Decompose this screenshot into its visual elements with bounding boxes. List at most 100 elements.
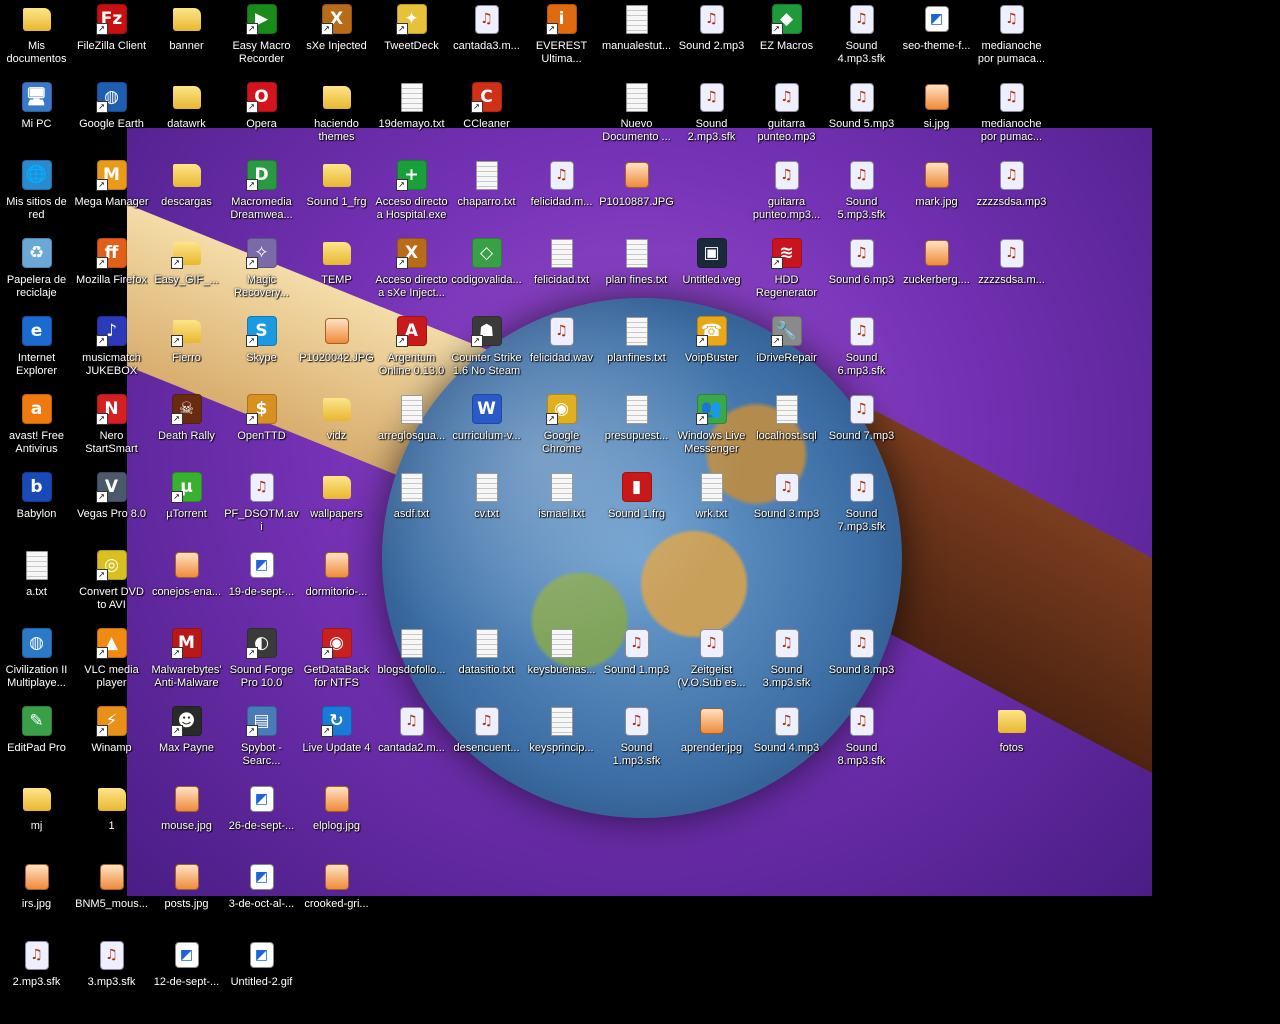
desktop-icon[interactable]: X ↗ Acceso directo a sXe Inject... bbox=[374, 234, 449, 312]
desktop-icon[interactable]: ✎ EditPad Pro bbox=[0, 702, 74, 780]
desktop-icon[interactable]: dormitorio-... bbox=[299, 546, 374, 624]
desktop-icon[interactable]: conejos-ena... bbox=[149, 546, 224, 624]
desktop-icon[interactable]: manualestut... bbox=[599, 0, 674, 78]
desktop-icon[interactable]: ♫ Sound 6.mp3 bbox=[824, 234, 899, 312]
desktop-icon[interactable]: ◉ ↗ GetDataBack for NTFS bbox=[299, 624, 374, 702]
desktop-icon[interactable]: ♫ Sound 4.mp3.sfk bbox=[824, 0, 899, 78]
desktop-icon[interactable]: ♫ Sound 7.mp3.sfk bbox=[824, 468, 899, 546]
desktop-icon[interactable]: wrk.txt bbox=[674, 468, 749, 546]
desktop-icon[interactable]: datawrk bbox=[149, 78, 224, 156]
desktop-icon[interactable]: $ ↗ OpenTTD bbox=[224, 390, 299, 468]
desktop-icon[interactable]: localhost.sql bbox=[749, 390, 824, 468]
desktop-icon[interactable]: ♫ medianoche por pumac... bbox=[974, 78, 1049, 156]
desktop-icon[interactable]: Sound 1_frg bbox=[299, 156, 374, 234]
desktop-icon[interactable]: ♫ Sound 5.mp3.sfk bbox=[824, 156, 899, 234]
desktop-icon[interactable]: ☠ ↗ Death Rally bbox=[149, 390, 224, 468]
desktop-icon[interactable]: Mis documentos bbox=[0, 0, 74, 78]
desktop-icon[interactable]: e Internet Explorer bbox=[0, 312, 74, 390]
desktop-icon[interactable]: ▲ ↗ VLC media player bbox=[74, 624, 149, 702]
desktop-icon[interactable]: ◩ 19-de-sept-... bbox=[224, 546, 299, 624]
desktop-icon[interactable]: ▶ ↗ Easy Macro Recorder bbox=[224, 0, 299, 78]
desktop-icon[interactable]: ◍ ↗ Google Earth bbox=[74, 78, 149, 156]
desktop-icon[interactable]: haciendo themes bbox=[299, 78, 374, 156]
desktop-icon[interactable]: A ↗ Argentum Online 0.13.0 bbox=[374, 312, 449, 390]
desktop-icon[interactable]: ♫ guitarra punteo.mp3... bbox=[749, 156, 824, 234]
desktop-icon[interactable]: ♫ Sound 8.mp3.sfk bbox=[824, 702, 899, 780]
desktop-icon[interactable]: ☻ ↗ Max Payne bbox=[149, 702, 224, 780]
desktop-icon[interactable]: ◩ 12-de-sept-... bbox=[149, 936, 224, 1014]
desktop-icon[interactable]: ◇ codigovalida... bbox=[449, 234, 524, 312]
desktop-icon[interactable]: plan fines.txt bbox=[599, 234, 674, 312]
desktop-icon[interactable]: Wcurriculum-v... bbox=[449, 390, 524, 468]
desktop-icon[interactable]: + ↗ Acceso directo a Hospital.exe bbox=[374, 156, 449, 234]
desktop-icon[interactable]: TEMP bbox=[299, 234, 374, 312]
desktop-icon[interactable]: si.jpg bbox=[899, 78, 974, 156]
desktop-icon[interactable]: ♫ Sound 2.mp3 bbox=[674, 0, 749, 78]
desktop-icon[interactable]: a avast! Free Antivirus bbox=[0, 390, 74, 468]
desktop-icon[interactable]: cv.txt bbox=[449, 468, 524, 546]
desktop-icon[interactable]: X ↗ sXe Injected bbox=[299, 0, 374, 78]
desktop-icon[interactable]: ♫ Sound 5.mp3 bbox=[824, 78, 899, 156]
desktop-icon[interactable]: ◆ ↗ EZ Macros bbox=[749, 0, 824, 78]
desktop-icon[interactable]: ◩ 26-de-sept-... bbox=[224, 780, 299, 858]
desktop-icon[interactable]: asdf.txt bbox=[374, 468, 449, 546]
desktop-icon[interactable]: ◩ seo-theme-f... bbox=[899, 0, 974, 78]
desktop-icon[interactable]: ff ↗ Mozilla Firefox bbox=[74, 234, 149, 312]
desktop-icon[interactable]: 19demayo.txt bbox=[374, 78, 449, 156]
desktop-icon[interactable]: S ↗ Skype bbox=[224, 312, 299, 390]
desktop-icon[interactable]: crooked-gri... bbox=[299, 858, 374, 936]
desktop-icon[interactable]: V ↗ Vegas Pro 8.0 bbox=[74, 468, 149, 546]
desktop-icon[interactable]: ≋ ↗ HDD Regenerator bbox=[749, 234, 824, 312]
desktop-icon[interactable]: Fz ↗ FileZilla Client bbox=[74, 0, 149, 78]
desktop-icon[interactable]: felicidad.txt bbox=[524, 234, 599, 312]
desktop-icon[interactable]: zuckerberg.... bbox=[899, 234, 974, 312]
desktop-icon[interactable]: ♫ PF_DSOTM.avi bbox=[224, 468, 299, 546]
desktop-icon[interactable]: ♫ Sound 3.mp3 bbox=[749, 468, 824, 546]
desktop-icon[interactable]: ☗ ↗ Counter Strike 1.6 No Steam bbox=[449, 312, 524, 390]
desktop-icon[interactable]: 1 bbox=[74, 780, 149, 858]
desktop-icon[interactable]: ◉ ↗ Google Chrome bbox=[524, 390, 599, 468]
desktop-icon[interactable]: fotos bbox=[974, 702, 1049, 780]
desktop-icon[interactable]: blogsdofollo... bbox=[374, 624, 449, 702]
desktop-icon[interactable]: ♫ Sound 7.mp3 bbox=[824, 390, 899, 468]
desktop-icon[interactable]: P1010887.JPG bbox=[599, 156, 674, 234]
desktop-icon[interactable]: ✦ ↗ TweetDeck bbox=[374, 0, 449, 78]
desktop-icon[interactable]: ▮ Sound 1.frg bbox=[599, 468, 674, 546]
desktop-icon[interactable]: ♫ medianoche por pumaca... bbox=[974, 0, 1049, 78]
desktop-icon[interactable]: ↻ ↗ Live Update 4 bbox=[299, 702, 374, 780]
desktop-icon[interactable]: C ↗ CCleaner bbox=[449, 78, 524, 156]
desktop-icon[interactable]: banner bbox=[149, 0, 224, 78]
desktop-icon[interactable]: ▤ ↗ Spybot - Searc... bbox=[224, 702, 299, 780]
desktop-icon[interactable]: 👥 ↗ Windows Live Messenger bbox=[674, 390, 749, 468]
desktop-icon[interactable]: datasitio.txt bbox=[449, 624, 524, 702]
desktop-icon[interactable]: descargas bbox=[149, 156, 224, 234]
desktop-icon[interactable]: ♫ guitarra punteo.mp3 bbox=[749, 78, 824, 156]
desktop-icon[interactable]: 🌐 Mis sitios de red bbox=[0, 156, 74, 234]
desktop-icon[interactable]: elplog.jpg bbox=[299, 780, 374, 858]
desktop-icon[interactable]: ♫ desencuent... bbox=[449, 702, 524, 780]
desktop-icon[interactable]: ♫ felicidad.m... bbox=[524, 156, 599, 234]
desktop-icon[interactable]: a.txt bbox=[0, 546, 74, 624]
desktop-icon[interactable]: mark.jpg bbox=[899, 156, 974, 234]
desktop-icon[interactable]: ♫ zzzzsdsa.mp3 bbox=[974, 156, 1049, 234]
desktop-icon[interactable]: ◎ ↗ Convert DVD to AVI bbox=[74, 546, 149, 624]
desktop-icon[interactable]: ☎ ↗ VoipBuster bbox=[674, 312, 749, 390]
desktop-icon[interactable]: presupuest... bbox=[599, 390, 674, 468]
desktop-icon[interactable]: planfines.txt bbox=[599, 312, 674, 390]
desktop-icon[interactable]: O ↗ Opera bbox=[224, 78, 299, 156]
desktop-icon[interactable]: irs.jpg bbox=[0, 858, 74, 936]
desktop-icon[interactable]: 🖥 Mi PC bbox=[0, 78, 74, 156]
desktop-icon[interactable]: ♫ Zeitgeist (V.O.Sub es... bbox=[674, 624, 749, 702]
desktop-icon[interactable]: ◩ 3-de-oct-al-... bbox=[224, 858, 299, 936]
desktop-icon[interactable]: ♫ 3.mp3.sfk bbox=[74, 936, 149, 1014]
desktop-icon[interactable]: ♫ Sound 1.mp3 bbox=[599, 624, 674, 702]
desktop-icon[interactable]: BNM5_mous... bbox=[74, 858, 149, 936]
desktop-icon[interactable]: ♫ Sound 2.mp3.sfk bbox=[674, 78, 749, 156]
desktop-icon[interactable]: N ↗ Nero StartSmart bbox=[74, 390, 149, 468]
desktop-icon[interactable]: ⚡ ↗ Winamp bbox=[74, 702, 149, 780]
desktop-icon[interactable]: ♫ Sound 4.mp3 bbox=[749, 702, 824, 780]
desktop-icon[interactable]: D ↗ Macromedia Dreamwea... bbox=[224, 156, 299, 234]
desktop-icon[interactable]: ismael.txt bbox=[524, 468, 599, 546]
desktop-icon[interactable]: chaparro.txt bbox=[449, 156, 524, 234]
desktop-icon[interactable]: ✧ ↗ Magic Recovery... bbox=[224, 234, 299, 312]
